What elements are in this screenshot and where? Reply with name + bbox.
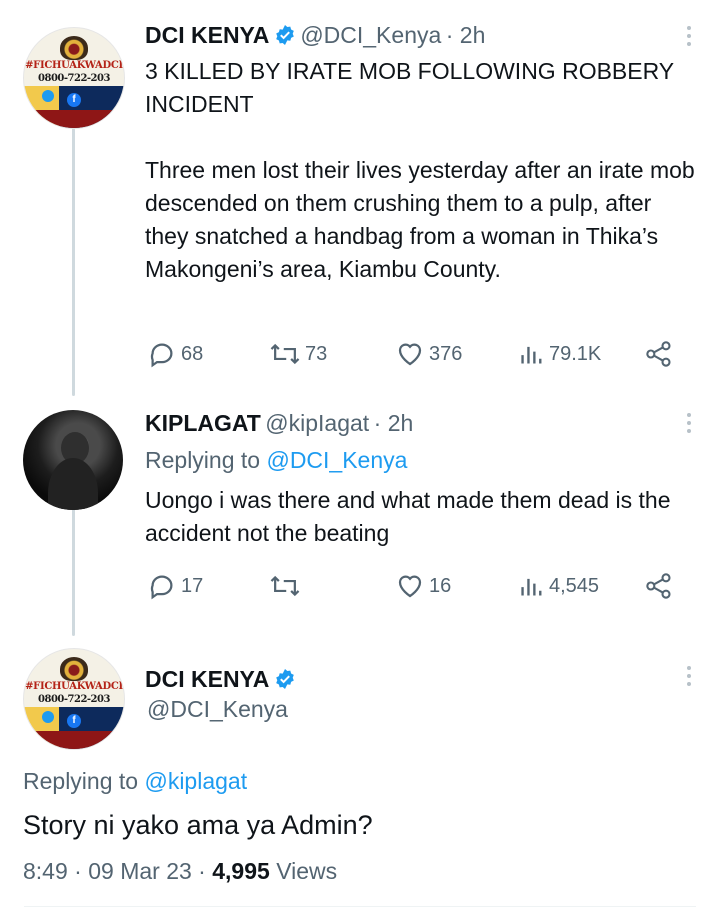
retweet-icon: [270, 575, 300, 597]
verified-badge-icon: [276, 669, 294, 689]
like-button[interactable]: 376: [395, 339, 462, 369]
tweet-body: Three men lost their lives yesterday aft…: [145, 157, 695, 282]
avatar[interactable]: #FICHUAKWADCI 0800-722-203 f: [23, 648, 125, 750]
heart-icon: [398, 575, 422, 598]
more-options-icon[interactable]: [686, 26, 692, 50]
avatar-phone: 0800-722-203: [38, 694, 110, 705]
facebook-icon: f: [67, 714, 81, 728]
reply-button[interactable]: 68: [147, 339, 203, 369]
replying-label: Replying to: [23, 768, 139, 794]
reply-count: 68: [181, 342, 204, 365]
replying-to-link[interactable]: @kiplagat: [144, 768, 247, 794]
handle[interactable]: @DCI_Kenya: [300, 22, 441, 48]
tweet-body: Story ni yako ama ya Admin?: [23, 810, 373, 840]
like-count: 376: [429, 342, 463, 365]
tweet-header: DCI KENYA @DCI_Kenya · 2h: [145, 22, 485, 52]
reply-icon: [150, 343, 173, 368]
tweet-time[interactable]: 8:49: [23, 858, 68, 884]
crest-logo: [60, 657, 88, 681]
retweet-button[interactable]: [269, 571, 305, 601]
share-button[interactable]: [645, 339, 673, 369]
share-icon: [646, 341, 671, 367]
replying-to: Replying to @DCI_Kenya: [145, 444, 407, 477]
replying-to: Replying to @kiplagat: [23, 765, 247, 798]
twitter-icon: [42, 711, 54, 723]
views-count: 4,995: [212, 858, 270, 884]
thread-line: [72, 128, 75, 396]
avatar[interactable]: [23, 410, 123, 510]
timestamp[interactable]: · 2h: [446, 22, 486, 48]
more-options-icon[interactable]: [686, 666, 692, 690]
handle[interactable]: @DCI_Kenya: [147, 696, 288, 723]
more-options-icon[interactable]: [686, 413, 692, 437]
tweet-actions: 17 16 4,545: [147, 571, 687, 601]
display-name[interactable]: DCI KENYA: [145, 22, 269, 48]
avatar[interactable]: #FICHUAKWADCI 0800-722-203 f: [23, 27, 125, 129]
like-button[interactable]: 16: [395, 571, 451, 601]
tweet-actions: 68 73 376 79.1K: [147, 339, 687, 369]
reply-count: 17: [181, 574, 204, 597]
share-icon: [646, 573, 671, 599]
crest-logo: [60, 36, 88, 60]
tweet-headline: 3 KILLED BY IRATE MOB FOLLOWING ROBBERY …: [145, 58, 674, 117]
like-count: 16: [429, 574, 452, 597]
handle[interactable]: @kipIagat: [265, 410, 369, 436]
avatar-phone: 0800-722-203: [38, 73, 110, 84]
avatar-tag: #FICHUAKWADCI: [25, 681, 123, 692]
tweet-meta: 8:49 · 09 Mar 23 · 4,995 Views: [23, 858, 338, 884]
reply-button[interactable]: 17: [147, 571, 203, 601]
views-button[interactable]: 79.1K: [519, 339, 601, 369]
facebook-icon: f: [67, 93, 81, 107]
timestamp[interactable]: · 2h: [374, 410, 414, 436]
views-icon: [521, 346, 542, 364]
heart-icon: [398, 343, 422, 366]
retweet-count: 73: [305, 342, 328, 365]
view-count: 4,545: [549, 574, 600, 597]
avatar-tag: #FICHUAKWADCI: [25, 60, 123, 71]
tweet-header: DCI KENYA: [145, 666, 296, 693]
reply-icon: [150, 575, 173, 600]
replying-label: Replying to: [145, 447, 261, 473]
views-icon: [521, 578, 542, 596]
tweet-body: Uongo i was there and what made them dea…: [145, 487, 671, 546]
thread-line: [72, 508, 75, 636]
verified-badge-icon: [276, 25, 294, 45]
replying-to-link[interactable]: @DCI_Kenya: [266, 447, 407, 473]
views-button[interactable]: 4,545: [519, 571, 599, 601]
tweet-date[interactable]: 09 Mar 23: [88, 858, 192, 884]
twitter-icon: [42, 90, 54, 102]
display-name[interactable]: KIPLAGAT: [145, 410, 261, 436]
divider: [24, 906, 696, 907]
display-name[interactable]: DCI KENYA: [145, 666, 269, 692]
retweet-button[interactable]: 73: [269, 339, 327, 369]
tweet-header: KIPLAGAT @kipIagat · 2h: [145, 410, 413, 440]
views-label: Views: [276, 858, 338, 884]
view-count: 79.1K: [549, 342, 602, 365]
retweet-icon: [270, 343, 300, 365]
share-button[interactable]: [645, 571, 673, 601]
